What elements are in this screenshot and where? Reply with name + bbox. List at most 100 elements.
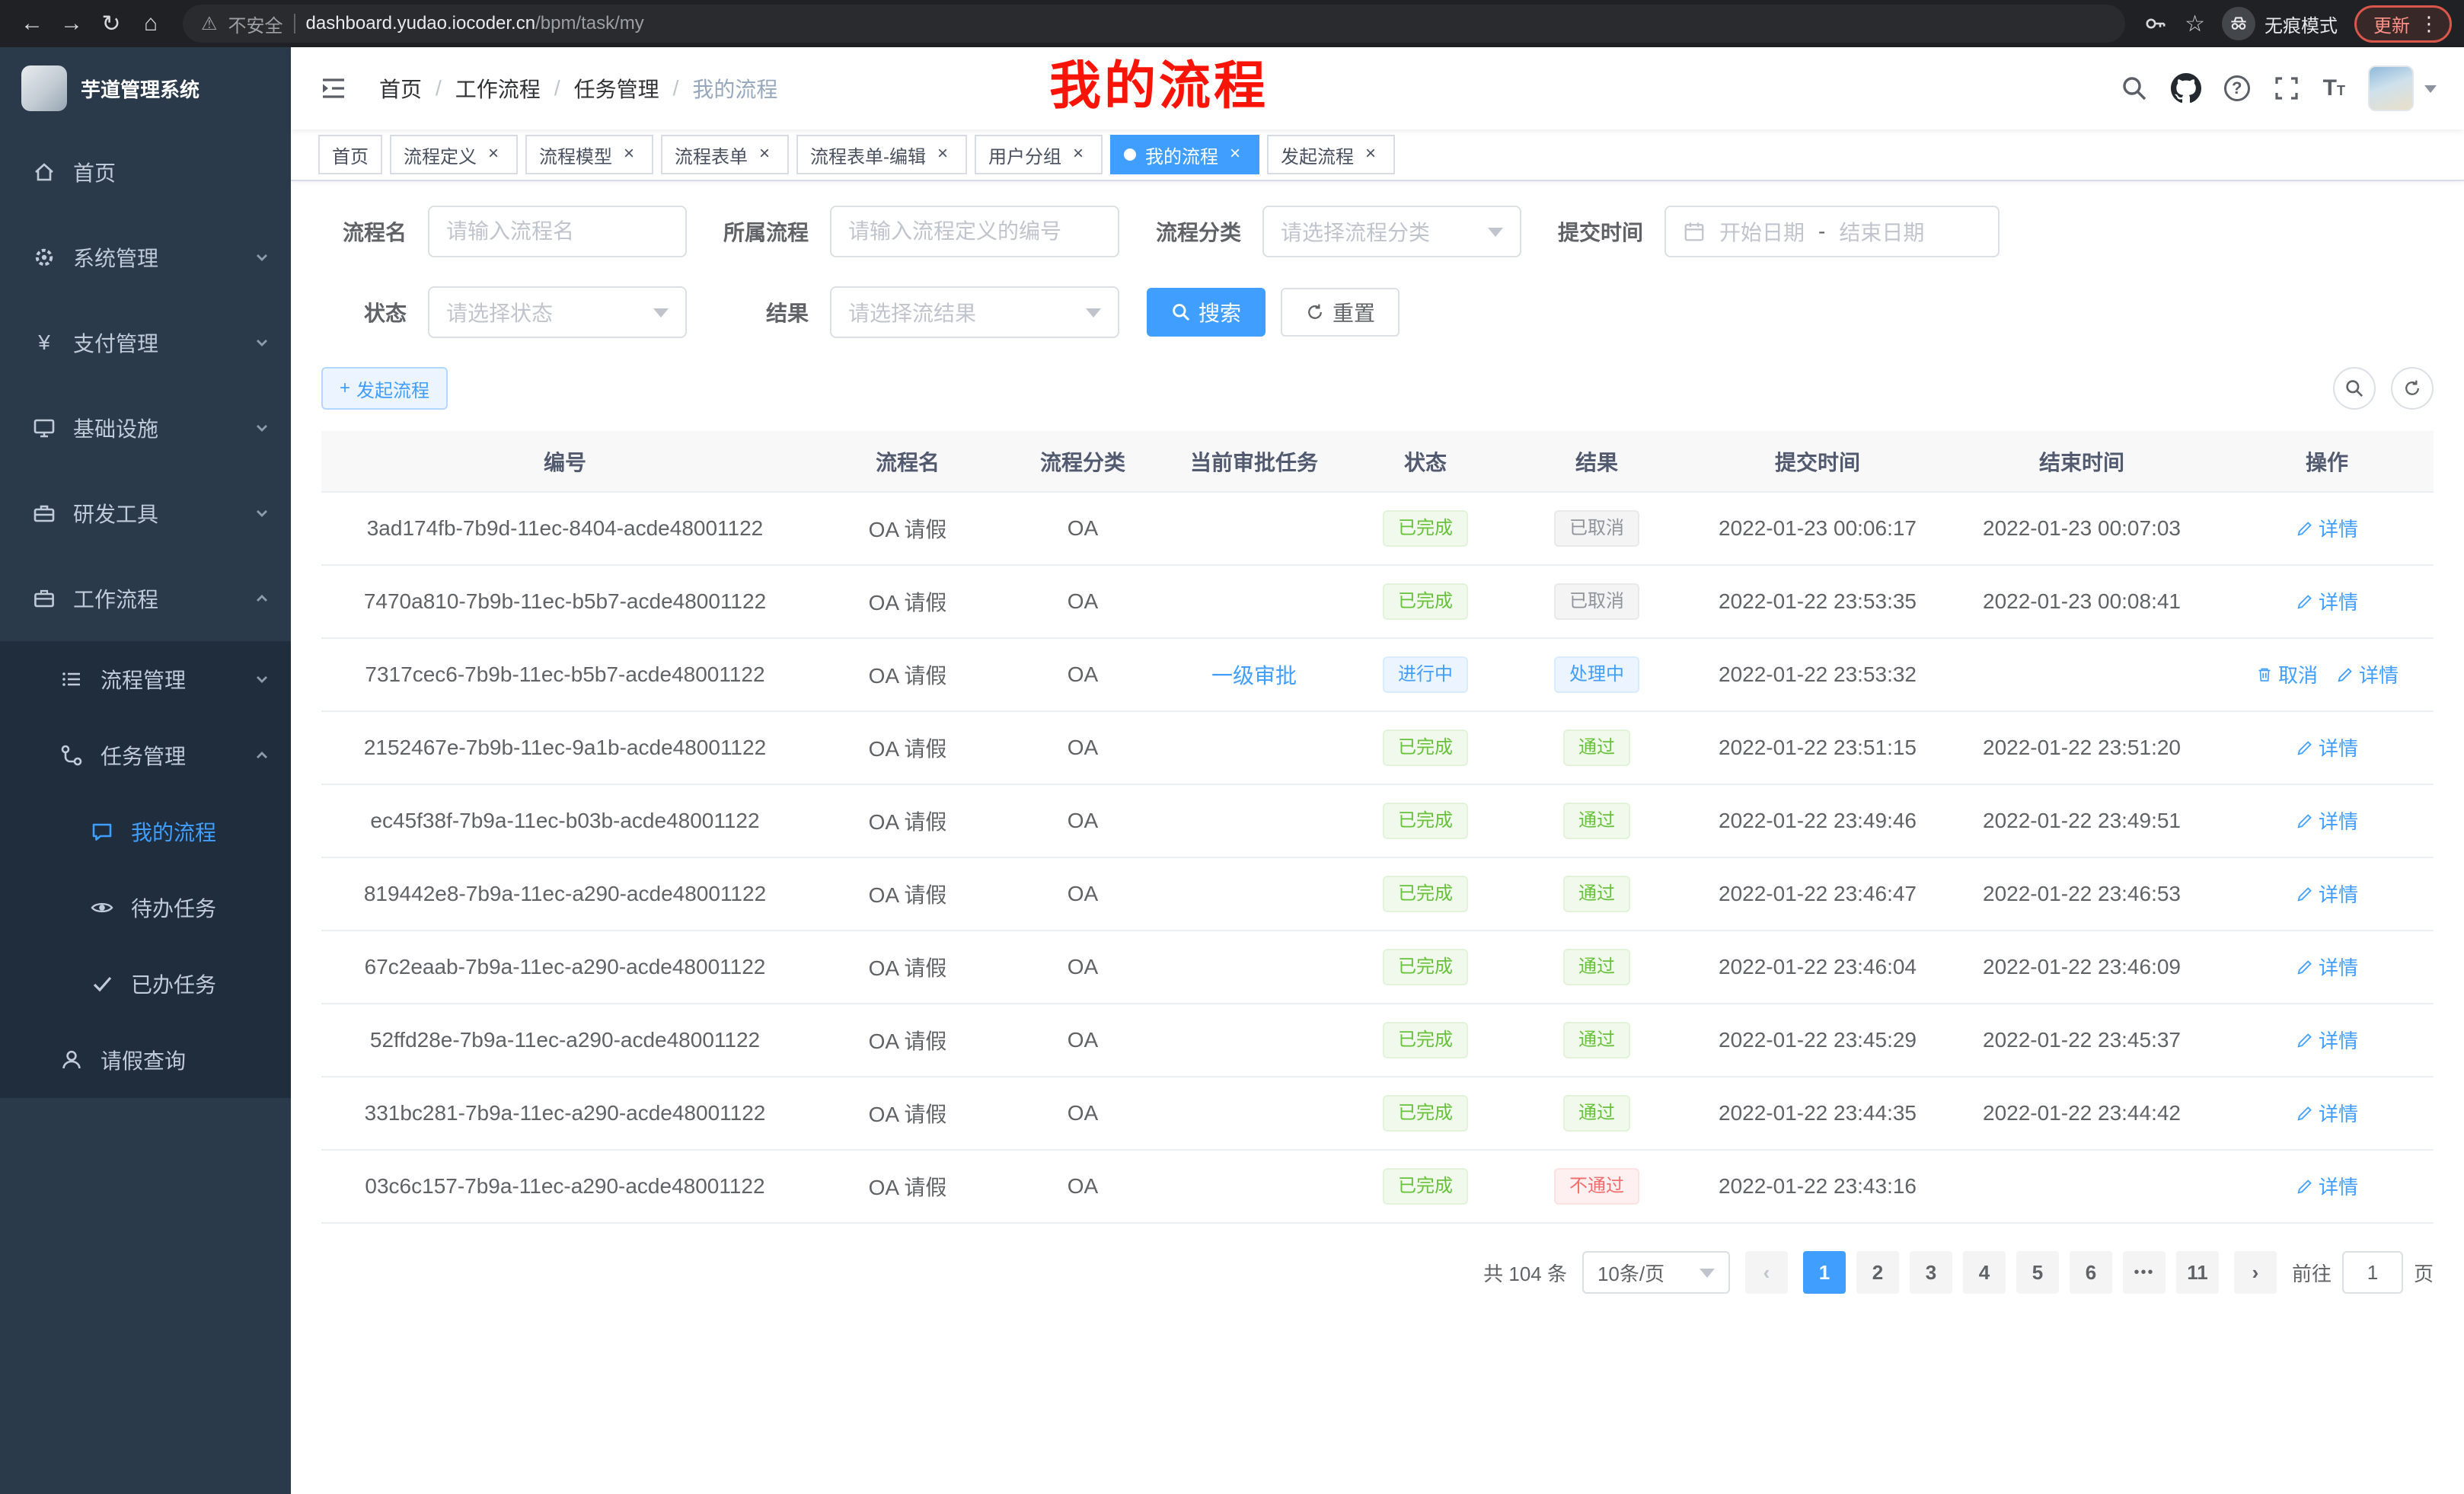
tab-start-process[interactable]: 发起流程×	[1267, 135, 1395, 174]
search-button[interactable]: 搜索	[1147, 288, 1266, 337]
submit-time-range-picker[interactable]: 开始日期 - 结束日期	[1664, 206, 2000, 257]
cell-name: OA 请假	[809, 784, 1007, 857]
task-link[interactable]: 一级审批	[1211, 664, 1297, 688]
cell-task	[1159, 1077, 1349, 1150]
github-icon[interactable]	[2171, 73, 2201, 104]
cell-end-time: 2022-01-22 23:51:20	[1943, 711, 2220, 784]
breadcrumb-home[interactable]: 首页	[379, 73, 422, 104]
detail-link[interactable]: 详情	[2296, 806, 2358, 835]
sidebar-fold-button[interactable]	[309, 73, 358, 104]
sidebar-item-devtools[interactable]: 研发工具	[0, 471, 291, 556]
reload-button[interactable]: ↻	[91, 4, 131, 43]
reset-button[interactable]: 重置	[1281, 288, 1400, 337]
key-icon[interactable]	[2143, 11, 2168, 36]
status-select[interactable]: 请选择状态	[428, 286, 687, 338]
user-menu[interactable]	[2368, 65, 2437, 111]
cell-end-time: 2022-01-23 00:07:03	[1943, 492, 2220, 565]
tab-process-model[interactable]: 流程模型×	[525, 135, 653, 174]
cell-status: 已完成	[1349, 492, 1502, 565]
detail-link[interactable]: 详情	[2296, 514, 2358, 542]
detail-link[interactable]: 详情	[2296, 879, 2358, 908]
table-row: 7317cec6-7b9b-11ec-b5b7-acde48001122 OA …	[321, 638, 2434, 711]
cell-submit-time: 2022-01-22 23:43:16	[1692, 1150, 1943, 1223]
sidebar-item-infra[interactable]: 基础设施	[0, 385, 291, 471]
close-icon[interactable]: ×	[483, 144, 504, 165]
bookmark-star-icon[interactable]: ☆	[2185, 11, 2205, 37]
help-icon[interactable]: ?	[2224, 75, 2250, 101]
status-badge: 已完成	[1383, 1168, 1468, 1205]
tab-user-group[interactable]: 用户分组×	[975, 135, 1103, 174]
sidebar-item-leave-query[interactable]: 请假查询	[0, 1022, 291, 1098]
browser-menu-icon[interactable]: ⋮	[2419, 12, 2439, 36]
sidebar-item-my-process[interactable]: 我的流程	[0, 793, 291, 870]
page-button[interactable]: 6	[2070, 1251, 2112, 1294]
page-size-select[interactable]: 10条/页	[1582, 1251, 1730, 1294]
col-status: 状态	[1349, 431, 1502, 492]
sidebar-item-system[interactable]: 系统管理	[0, 215, 291, 300]
breadcrumb-task-mgmt[interactable]: 任务管理	[574, 73, 659, 104]
detail-link[interactable]: 详情	[2296, 587, 2358, 615]
chrome-update-button[interactable]: 更新 ⋮	[2354, 5, 2452, 43]
detail-link[interactable]: 详情	[2296, 733, 2358, 761]
close-icon[interactable]: ×	[1068, 144, 1089, 165]
sidebar-item-done-tasks[interactable]: 已办任务	[0, 946, 291, 1022]
process-def-input[interactable]	[830, 206, 1119, 257]
close-icon[interactable]: ×	[1224, 144, 1246, 165]
page-button[interactable]: 11	[2176, 1251, 2219, 1294]
close-icon[interactable]: ×	[618, 144, 640, 165]
sidebar-item-payment[interactable]: ¥ 支付管理	[0, 300, 291, 385]
toggle-search-button[interactable]	[2333, 367, 2376, 410]
tab-process-definition[interactable]: 流程定义×	[390, 135, 518, 174]
app-logo[interactable]: 芋道管理系统	[0, 47, 291, 129]
chevron-down-icon	[254, 506, 270, 521]
breadcrumb-workflow[interactable]: 工作流程	[455, 73, 541, 104]
close-icon[interactable]: ×	[1360, 144, 1381, 165]
goto-unit: 页	[2414, 1259, 2434, 1287]
address-bar[interactable]: ⚠ 不安全 dashboard.yudao.iocoder.cn/bpm/tas…	[183, 5, 2125, 43]
page-button[interactable]: 4	[1963, 1251, 2006, 1294]
result-select[interactable]: 请选择流结果	[830, 286, 1119, 338]
forward-button[interactable]: →	[52, 4, 91, 43]
create-process-button[interactable]: + 发起流程	[321, 367, 448, 410]
breadcrumb-current: 我的流程	[692, 73, 777, 104]
category-select[interactable]: 请选择流程分类	[1262, 206, 1521, 257]
detail-link[interactable]: 详情	[2296, 1099, 2358, 1127]
back-button[interactable]: ←	[12, 4, 52, 43]
next-page-button[interactable]: ›	[2234, 1251, 2277, 1294]
date-range-separator: -	[1818, 219, 1825, 244]
close-icon[interactable]: ×	[932, 144, 953, 165]
sidebar-item-workflow[interactable]: 工作流程	[0, 556, 291, 641]
close-icon[interactable]: ×	[754, 144, 775, 165]
font-size-icon[interactable]: TT	[2323, 75, 2345, 101]
cell-submit-time: 2022-01-22 23:44:35	[1692, 1077, 1943, 1150]
refresh-table-button[interactable]	[2391, 367, 2434, 410]
search-icon[interactable]	[2121, 75, 2148, 102]
page-button[interactable]: 1	[1803, 1251, 1846, 1294]
sidebar-item-home[interactable]: 首页	[0, 129, 291, 215]
cell-actions: 详情	[2220, 711, 2434, 784]
tab-process-form[interactable]: 流程表单×	[661, 135, 789, 174]
detail-link[interactable]: 详情	[2336, 660, 2399, 688]
tab-process-form-edit[interactable]: 流程表单-编辑×	[796, 135, 967, 174]
process-name-input[interactable]	[428, 206, 687, 257]
sidebar-item-task-mgmt[interactable]: 任务管理	[0, 717, 291, 793]
home-button[interactable]: ⌂	[131, 4, 171, 43]
more-pages-button[interactable]: •••	[2123, 1251, 2166, 1294]
sidebar-item-process-mgmt[interactable]: 流程管理	[0, 641, 291, 717]
detail-link[interactable]: 详情	[2296, 1026, 2358, 1054]
page-button[interactable]: 5	[2016, 1251, 2059, 1294]
detail-link[interactable]: 详情	[2296, 1172, 2358, 1200]
prev-page-button[interactable]: ‹	[1745, 1251, 1788, 1294]
tab-home[interactable]: 首页	[318, 135, 382, 174]
goto-page-input[interactable]	[2342, 1251, 2403, 1294]
page-button[interactable]: 3	[1910, 1251, 1952, 1294]
cancel-link[interactable]: 取消	[2255, 660, 2318, 688]
cell-task	[1159, 565, 1349, 638]
detail-link[interactable]: 详情	[2296, 953, 2358, 981]
sidebar-item-todo-tasks[interactable]: 待办任务	[0, 870, 291, 946]
table-row: ec45f38f-7b9a-11ec-b03b-acde48001122 OA …	[321, 784, 2434, 857]
tab-my-process[interactable]: 我的流程×	[1110, 135, 1259, 174]
page-button[interactable]: 2	[1856, 1251, 1899, 1294]
fullscreen-icon[interactable]	[2273, 75, 2300, 102]
page-content: 流程名 所属流程 流程分类 请选择流程分类 提交时间	[291, 181, 2464, 1494]
